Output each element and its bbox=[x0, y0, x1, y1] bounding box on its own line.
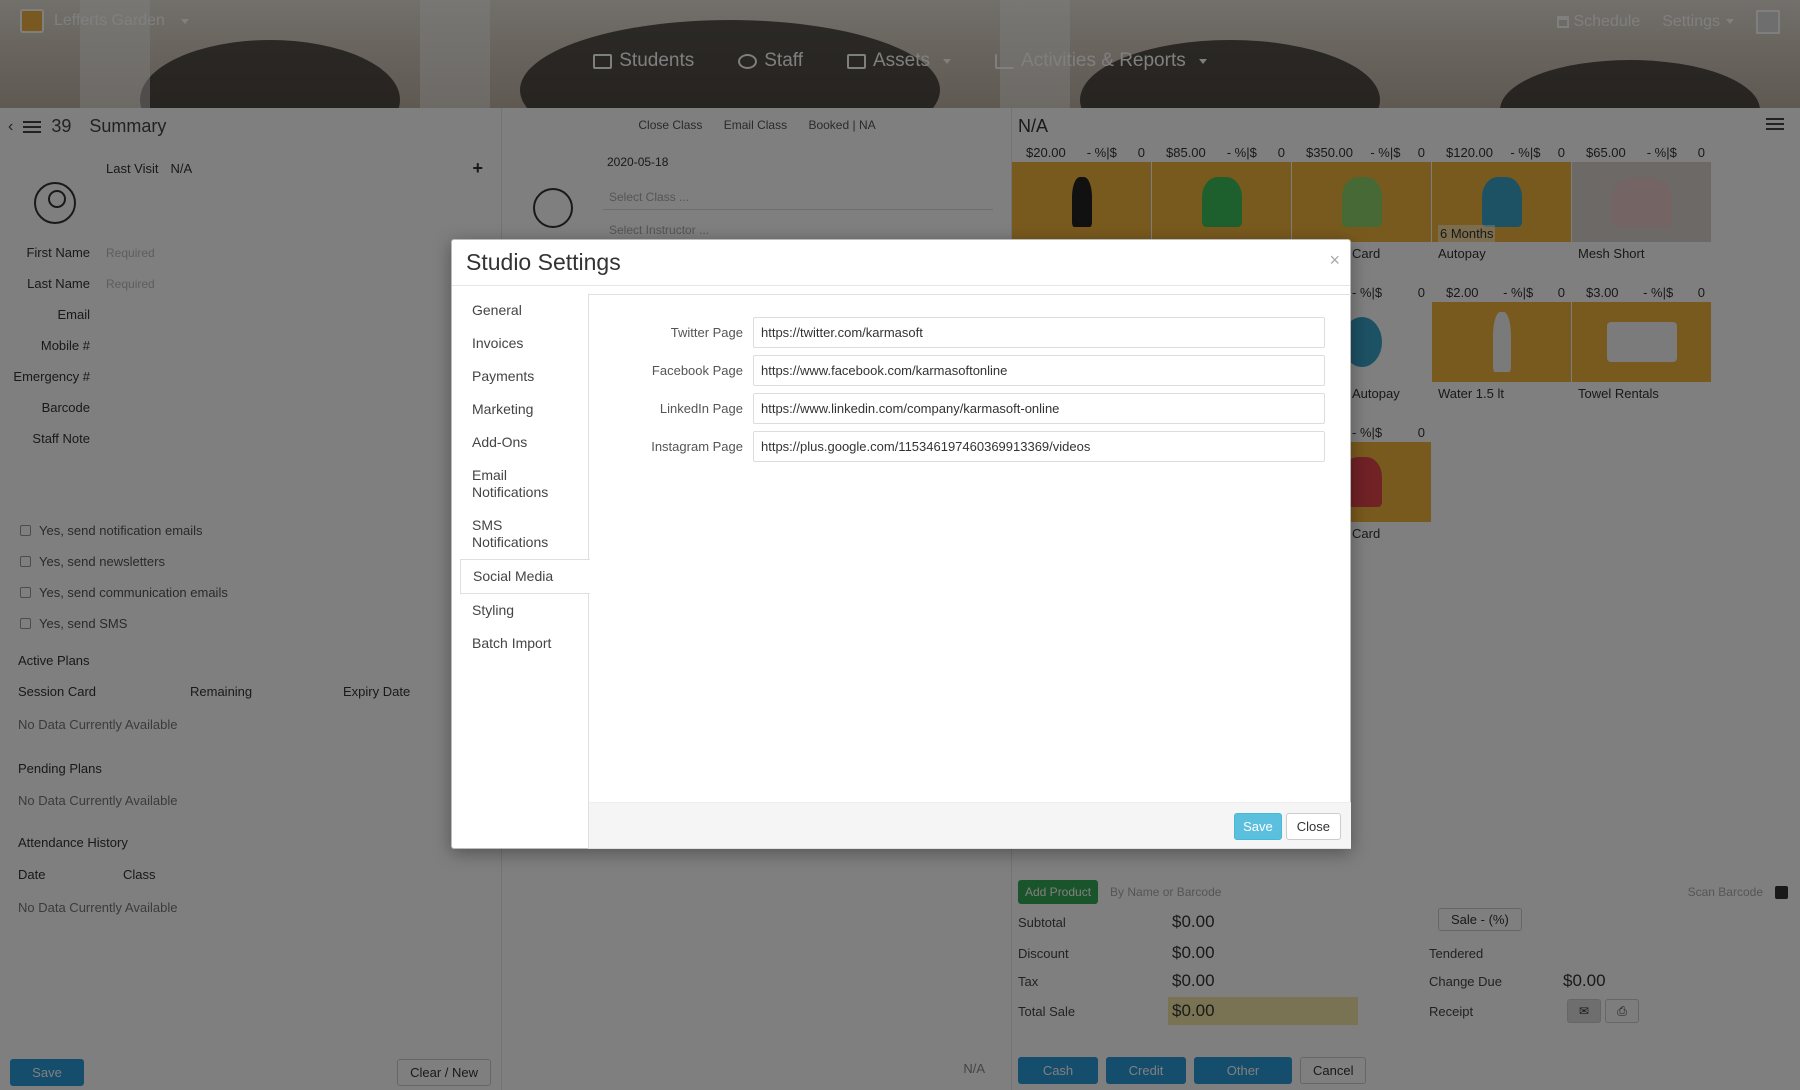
settings-nav-add-ons[interactable]: Add-Ons bbox=[460, 426, 589, 459]
facebook-label: Facebook Page bbox=[651, 362, 743, 378]
social-fields: Twitter Page Facebook Page LinkedIn Page… bbox=[589, 313, 1352, 465]
settings-nav-marketing[interactable]: Marketing bbox=[460, 393, 589, 426]
settings-nav: General Invoices Payments Marketing Add-… bbox=[460, 294, 590, 660]
settings-nav-batch-import[interactable]: Batch Import bbox=[460, 627, 589, 660]
twitter-label: Twitter Page bbox=[670, 324, 743, 340]
close-icon[interactable]: × bbox=[1329, 250, 1340, 271]
settings-nav-payments[interactable]: Payments bbox=[460, 360, 589, 393]
linkedin-page-input[interactable] bbox=[753, 392, 1325, 424]
twitter-page-input[interactable] bbox=[753, 316, 1325, 348]
modal-footer: Save Close bbox=[589, 802, 1351, 848]
close-settings-button[interactable]: Close bbox=[1285, 813, 1341, 840]
modal-divider bbox=[452, 285, 1350, 286]
twitter-row: Twitter Page bbox=[589, 313, 1352, 351]
modal-title: Studio Settings bbox=[466, 249, 621, 275]
settings-nav-styling[interactable]: Styling bbox=[460, 594, 589, 627]
facebook-row: Facebook Page bbox=[589, 351, 1352, 389]
settings-nav-invoices[interactable]: Invoices bbox=[460, 327, 589, 360]
save-settings-button[interactable]: Save bbox=[1234, 813, 1282, 840]
settings-nav-email-notifications[interactable]: Email Notifications bbox=[460, 459, 589, 509]
settings-nav-social-media[interactable]: Social Media bbox=[460, 559, 590, 594]
settings-nav-general[interactable]: General bbox=[460, 294, 589, 327]
studio-settings-modal: Studio Settings × General Invoices Payme… bbox=[451, 239, 1351, 849]
social-media-pane: Twitter Page Facebook Page LinkedIn Page… bbox=[588, 294, 1351, 849]
instagram-row: Instagram Page bbox=[589, 427, 1352, 465]
facebook-page-input[interactable] bbox=[753, 354, 1325, 386]
linkedin-label: LinkedIn Page bbox=[659, 400, 743, 416]
settings-nav-sms-notifications[interactable]: SMS Notifications bbox=[460, 509, 589, 559]
linkedin-row: LinkedIn Page bbox=[589, 389, 1352, 427]
instagram-label: Instagram Page bbox=[651, 438, 743, 454]
instagram-page-input[interactable] bbox=[753, 430, 1325, 462]
